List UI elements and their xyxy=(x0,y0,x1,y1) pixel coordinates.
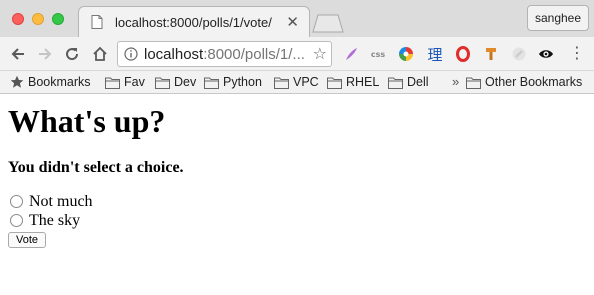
folder-icon xyxy=(388,77,403,89)
back-arrow-icon[interactable] xyxy=(10,46,26,62)
page-content: What's up? You didn't select a choice. N… xyxy=(0,94,594,248)
menu-kebab-icon[interactable]: ⋮ xyxy=(569,46,585,62)
minimize-window-button[interactable] xyxy=(32,13,44,25)
color-wheel-extension-icon[interactable] xyxy=(398,46,414,62)
bookmark-label: RHEL xyxy=(346,75,380,89)
bookmarks-bar: Bookmarks Fav Dev Python VPC RHEL Dell »… xyxy=(0,71,594,94)
close-window-button[interactable] xyxy=(12,13,24,25)
bookmark-folder-dell[interactable]: Dell xyxy=(388,75,429,89)
reload-icon[interactable] xyxy=(64,46,80,62)
opera-extension-icon[interactable] xyxy=(455,46,471,62)
bookmark-label: Bookmarks xyxy=(28,75,91,89)
title-bar: localhost:8000/polls/1/vote/ ✕ sanghee xyxy=(0,0,594,37)
bookmark-folder-other[interactable]: Other Bookmarks xyxy=(466,75,582,89)
disabled-extension-icon[interactable] xyxy=(511,46,527,62)
bookmark-folder-dev[interactable]: Dev xyxy=(155,75,196,89)
bookmark-folder-rhel[interactable]: RHEL xyxy=(327,75,379,89)
info-icon[interactable] xyxy=(124,47,138,61)
url-text[interactable]: localhost:8000/polls/1/... xyxy=(144,46,309,63)
profile-button[interactable]: sanghee xyxy=(527,5,589,31)
css-extension-icon[interactable]: css xyxy=(370,46,386,62)
star-icon xyxy=(10,75,24,88)
dictionary-extension-icon[interactable]: 理 xyxy=(427,46,443,64)
bookmark-label: Dev xyxy=(174,75,197,89)
bookmark-label: VPC xyxy=(293,75,319,89)
vote-button[interactable]: Vote xyxy=(8,232,47,248)
page-title: What's up? xyxy=(8,103,166,139)
bookmark-folder-fav[interactable]: Fav xyxy=(105,75,145,89)
page-favicon-icon xyxy=(89,14,105,30)
folder-icon xyxy=(155,77,170,89)
folder-icon xyxy=(204,77,219,89)
eye-extension-icon[interactable] xyxy=(538,46,554,62)
url-host: localhost xyxy=(144,45,204,63)
folder-icon xyxy=(327,77,342,89)
vote-form: Not much The sky Vote xyxy=(8,192,586,248)
zoom-window-button[interactable] xyxy=(52,13,64,25)
navigation-toolbar: localhost:8000/polls/1/... ☆ css 理 ⋮ xyxy=(0,37,594,71)
bookmark-label: Python xyxy=(223,75,262,89)
choice-option[interactable]: Not much xyxy=(8,192,586,211)
choice-radio[interactable] xyxy=(10,214,23,227)
tab-title: localhost:8000/polls/1/vote/ xyxy=(115,14,272,30)
bookmark-label: Dell xyxy=(407,75,429,89)
feather-extension-icon[interactable] xyxy=(343,46,359,62)
forward-arrow-icon[interactable] xyxy=(37,46,53,62)
url-path: :8000/polls/1/... xyxy=(203,45,305,63)
home-icon[interactable] xyxy=(92,46,108,62)
error-message: You didn't select a choice. xyxy=(8,159,184,176)
tool-extension-icon[interactable] xyxy=(483,46,499,62)
bookmark-label: Fav xyxy=(124,75,145,89)
browser-tab[interactable]: localhost:8000/polls/1/vote/ ✕ xyxy=(78,6,310,37)
choice-label: Not much xyxy=(29,192,93,210)
choice-radio[interactable] xyxy=(10,195,23,208)
folder-icon xyxy=(105,77,120,89)
folder-icon xyxy=(274,77,289,89)
new-tab-button[interactable] xyxy=(312,13,344,33)
choice-label: The sky xyxy=(29,211,81,229)
address-bar[interactable]: localhost:8000/polls/1/... ☆ xyxy=(117,41,332,67)
folder-icon xyxy=(466,77,481,89)
bookmark-item-bookmarks[interactable]: Bookmarks xyxy=(10,75,91,89)
bookmark-label: Other Bookmarks xyxy=(485,75,583,89)
bookmarks-overflow-chevron[interactable]: » xyxy=(452,74,459,89)
bookmark-star-icon[interactable]: ☆ xyxy=(313,44,327,64)
bookmark-folder-vpc[interactable]: VPC xyxy=(274,75,319,89)
bookmark-folder-python[interactable]: Python xyxy=(204,75,262,89)
choice-option[interactable]: The sky xyxy=(8,211,586,230)
tab-close-icon[interactable]: ✕ xyxy=(286,15,299,30)
